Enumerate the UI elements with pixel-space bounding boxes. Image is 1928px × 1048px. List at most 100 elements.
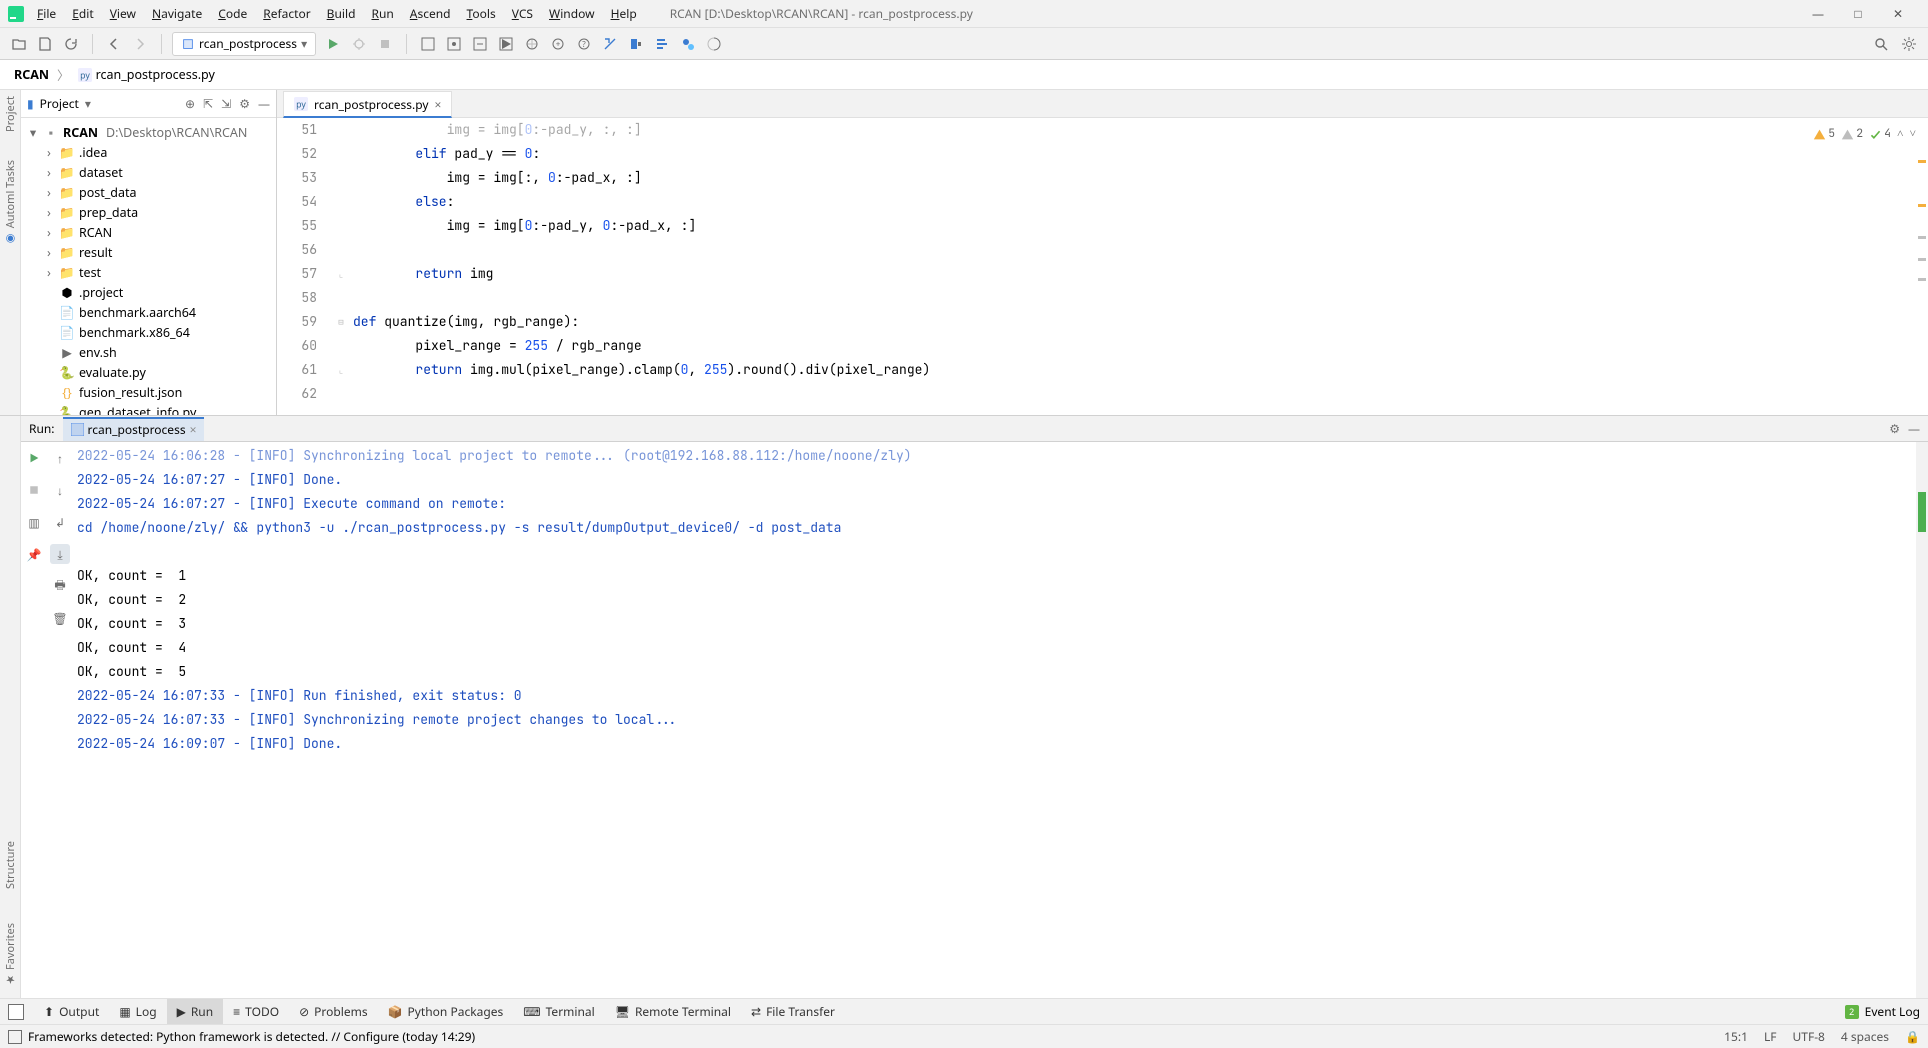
- tree-folder[interactable]: ›📁result: [21, 242, 276, 262]
- run-config-selector[interactable]: rcan_postprocess ▾: [172, 32, 316, 56]
- panel-hide-icon[interactable]: —: [258, 95, 270, 112]
- close-icon[interactable]: ×: [435, 96, 442, 113]
- tree-folder[interactable]: ›📁prep_data: [21, 202, 276, 222]
- tree-file[interactable]: 📄benchmark.x86_64: [21, 322, 276, 342]
- rail-favorites[interactable]: ★ Favorites: [3, 923, 18, 986]
- scroll-to-end-icon[interactable]: ⤓: [50, 544, 70, 564]
- console-scrollbar[interactable]: [1916, 442, 1928, 998]
- tree-folder[interactable]: ›📁dataset: [21, 162, 276, 182]
- nav-back-icon[interactable]: [103, 33, 125, 55]
- tree-file[interactable]: {}fusion_result.json: [21, 382, 276, 402]
- chevron-right-icon[interactable]: ›: [43, 184, 55, 201]
- chevron-right-icon[interactable]: ›: [43, 204, 55, 221]
- debug-icon[interactable]: [348, 33, 370, 55]
- tree-file[interactable]: 🐍evaluate.py: [21, 362, 276, 382]
- chevron-down-icon[interactable]: ▾: [85, 95, 91, 112]
- pin-icon[interactable]: 📌: [24, 544, 44, 564]
- rail-project[interactable]: Project: [3, 96, 18, 132]
- menu-tools[interactable]: Tools: [460, 3, 503, 24]
- editor-marker-bar[interactable]: [1916, 118, 1928, 415]
- chevron-down-icon[interactable]: ▾: [27, 124, 39, 141]
- menu-edit[interactable]: Edit: [65, 3, 101, 24]
- run-panel-hide-icon[interactable]: —: [1908, 420, 1920, 437]
- toolbar-icon-4[interactable]: [495, 33, 517, 55]
- toolbar-icon-12[interactable]: [703, 33, 725, 55]
- project-tree[interactable]: ▾ ▪ RCAN D:\Desktop\RCAN\RCAN ›📁.idea›📁d…: [21, 118, 276, 415]
- chevron-right-icon[interactable]: ›: [43, 144, 55, 161]
- menu-build[interactable]: Build: [320, 3, 363, 24]
- editor-tab-active[interactable]: py rcan_postprocess.py ×: [283, 91, 452, 118]
- toolbar-icon-7[interactable]: ?: [573, 33, 595, 55]
- settings-icon[interactable]: [1898, 33, 1920, 55]
- toolbar-icon-6[interactable]: +: [547, 33, 569, 55]
- status-message[interactable]: Frameworks detected: Python framework is…: [28, 1028, 475, 1045]
- readonly-lock-icon[interactable]: 🔒: [1905, 1028, 1920, 1045]
- inspection-weak-warning[interactable]: 2: [1841, 122, 1863, 146]
- toolbar-icon-8[interactable]: [599, 33, 621, 55]
- rerun-icon[interactable]: [24, 448, 44, 468]
- search-icon[interactable]: [1870, 33, 1892, 55]
- panel-settings-icon[interactable]: ⚙: [239, 95, 250, 112]
- menu-code[interactable]: Code: [211, 3, 254, 24]
- chevron-right-icon[interactable]: ›: [43, 224, 55, 241]
- project-panel-title[interactable]: Project: [40, 95, 79, 112]
- bottom-terminal[interactable]: ⌨Terminal: [513, 999, 604, 1025]
- tree-file[interactable]: ▶env.sh: [21, 342, 276, 362]
- inspections-down-icon[interactable]: ˅: [1910, 122, 1917, 146]
- tree-file[interactable]: 🐍gen_dataset_info.py: [21, 402, 276, 415]
- minimize-button[interactable]: —: [1804, 5, 1832, 22]
- menu-vcs[interactable]: VCS: [505, 3, 540, 24]
- bottom-python-packages[interactable]: 📦Python Packages: [378, 999, 514, 1025]
- collapse-all-icon[interactable]: ⇲: [221, 95, 231, 112]
- line-separator[interactable]: LF: [1764, 1028, 1777, 1045]
- menu-run[interactable]: Run: [364, 3, 400, 24]
- close-icon[interactable]: ×: [190, 421, 197, 438]
- tree-file[interactable]: ⬢.project: [21, 282, 276, 302]
- open-icon[interactable]: [8, 33, 30, 55]
- event-log-button[interactable]: Event Log: [1865, 1003, 1920, 1020]
- chevron-right-icon[interactable]: ›: [43, 164, 55, 181]
- toolbar-icon-5[interactable]: [521, 33, 543, 55]
- print-icon[interactable]: 🖶: [50, 576, 70, 596]
- inspections-up-icon[interactable]: ˄: [1897, 122, 1904, 146]
- file-encoding[interactable]: UTF-8: [1793, 1028, 1825, 1045]
- expand-all-icon[interactable]: ⇱: [203, 95, 213, 112]
- rail-automl[interactable]: ◉Automl Tasks: [3, 160, 18, 245]
- close-button[interactable]: ✕: [1884, 5, 1912, 22]
- editor-body[interactable]: 515253545556575859606162 ⌞⊟⌞ img = img[0…: [277, 118, 1928, 415]
- tree-file[interactable]: 📄benchmark.aarch64: [21, 302, 276, 322]
- tree-root[interactable]: ▾ ▪ RCAN D:\Desktop\RCAN\RCAN: [21, 122, 276, 142]
- toolbar-icon-9[interactable]: [625, 33, 647, 55]
- menu-help[interactable]: Help: [604, 3, 644, 24]
- menu-navigate[interactable]: Navigate: [145, 3, 209, 24]
- run-console[interactable]: 2022-05-24 16:06:28 - [INFO] Synchronizi…: [73, 442, 1916, 998]
- bottom-run[interactable]: ▶Run: [167, 999, 224, 1025]
- chevron-right-icon[interactable]: ›: [43, 244, 55, 261]
- bottom-log[interactable]: ▦Log: [109, 999, 166, 1025]
- menu-view[interactable]: View: [103, 3, 143, 24]
- tree-folder[interactable]: ›📁test: [21, 262, 276, 282]
- bottom-output[interactable]: ⬆Output: [34, 999, 109, 1025]
- inspection-warning[interactable]: 5: [1813, 122, 1835, 146]
- soft-wrap-icon[interactable]: ↲: [50, 512, 70, 532]
- bottom-problems[interactable]: ⊘Problems: [289, 999, 378, 1025]
- bottom-remote-terminal[interactable]: 🖥Remote Terminal: [605, 999, 741, 1025]
- maximize-button[interactable]: □: [1844, 5, 1872, 22]
- menu-refactor[interactable]: Refactor: [256, 3, 317, 24]
- clear-icon[interactable]: 🗑: [50, 608, 70, 628]
- indent-setting[interactable]: 4 spaces: [1841, 1028, 1889, 1045]
- up-icon[interactable]: ↑: [50, 448, 70, 468]
- rail-structure[interactable]: Structure: [3, 841, 18, 889]
- toolbar-icon-11[interactable]: [677, 33, 699, 55]
- inspections-widget[interactable]: 5 2 4 ˄ ˅: [1813, 122, 1916, 146]
- toolbar-icon-3[interactable]: [469, 33, 491, 55]
- tree-folder[interactable]: ›📁RCAN: [21, 222, 276, 242]
- toolbar-icon-10[interactable]: [651, 33, 673, 55]
- bottom-todo[interactable]: ≡TODO: [223, 999, 289, 1025]
- tree-folder[interactable]: ›📁post_data: [21, 182, 276, 202]
- bottom-file-transfer[interactable]: ⇄File Transfer: [741, 999, 845, 1025]
- save-all-icon[interactable]: [34, 33, 56, 55]
- menu-ascend[interactable]: Ascend: [403, 3, 458, 24]
- down-icon[interactable]: ↓: [50, 480, 70, 500]
- layout-icon[interactable]: ▥: [24, 512, 44, 532]
